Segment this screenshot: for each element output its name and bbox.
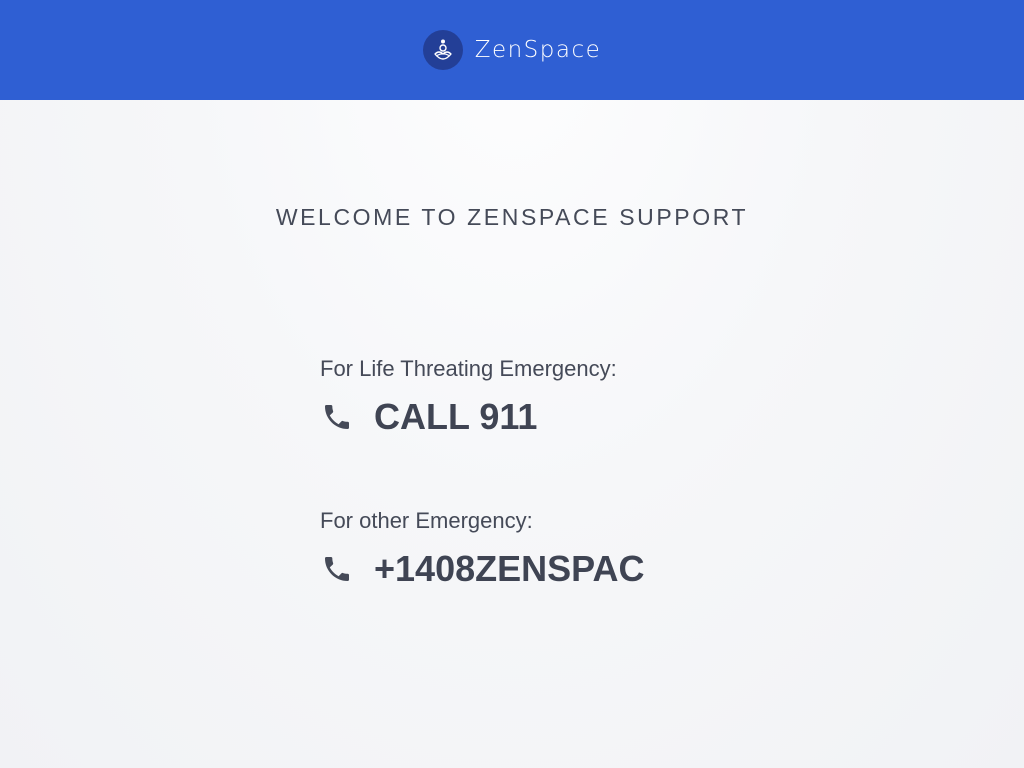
phone-icon bbox=[320, 552, 354, 586]
contact-label: For other Emergency: bbox=[320, 508, 533, 533]
other-emergency-contact: For other Emergency: +1408ZENSPAC bbox=[320, 507, 644, 589]
life-threatening-contact: For Life Threating Emergency: CALL 911 bbox=[320, 355, 617, 437]
brand-name: ZenSpace bbox=[474, 37, 602, 63]
contact-value[interactable]: +1408ZENSPAC bbox=[374, 549, 644, 589]
contact-row[interactable]: CALL 911 bbox=[320, 397, 617, 437]
welcome-title: WELCOME TO ZENSPACE SUPPORT bbox=[275, 204, 749, 230]
contact-value[interactable]: CALL 911 bbox=[374, 397, 537, 437]
brand: ZenSpace bbox=[422, 30, 602, 70]
app-header: ZenSpace bbox=[0, 0, 1024, 100]
contact-label: For Life Threating Emergency: bbox=[320, 356, 617, 381]
phone-icon bbox=[320, 400, 354, 434]
zenspace-logo-icon bbox=[422, 30, 463, 70]
contact-row[interactable]: +1408ZENSPAC bbox=[320, 549, 644, 589]
